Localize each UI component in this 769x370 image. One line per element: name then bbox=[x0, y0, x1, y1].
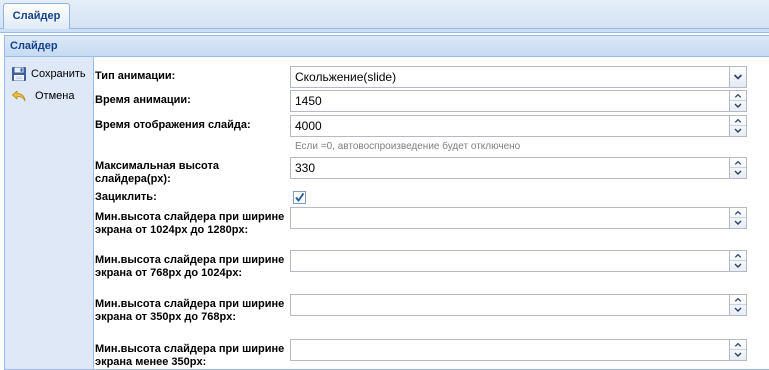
min-height-lt350-field[interactable] bbox=[290, 339, 747, 361]
min-height-768-label: Мин.высота слайдера при ширине экрана от… bbox=[95, 254, 285, 279]
undo-arrow-icon bbox=[12, 90, 26, 102]
spinner-down-icon[interactable] bbox=[730, 126, 746, 136]
animation-time-value: 1450 bbox=[295, 94, 322, 108]
min-height-lt350-label: Мин.высота слайдера при ширине экрана ме… bbox=[95, 343, 285, 368]
display-time-field[interactable]: 4000 bbox=[290, 115, 747, 137]
save-button-label: Сохранить bbox=[31, 68, 86, 80]
display-time-hint: Если =0, автовоспроизведение будет отклю… bbox=[295, 141, 521, 152]
spinner-down-icon[interactable] bbox=[730, 168, 746, 178]
spinner-down-icon[interactable] bbox=[730, 218, 746, 228]
loop-checkbox[interactable] bbox=[293, 191, 306, 204]
tab-strip-divider bbox=[0, 29, 769, 33]
chevron-down-icon bbox=[733, 74, 743, 80]
min-height-1024-label: Мин.высота слайдера при ширине экрана от… bbox=[95, 211, 285, 236]
side-toolbar: Сохранить Отмена bbox=[5, 57, 94, 369]
spinner-down-icon[interactable] bbox=[730, 350, 746, 360]
min-height-350-label: Мин.высота слайдера при ширине экрана от… bbox=[95, 298, 285, 323]
animation-time-spinner[interactable] bbox=[729, 91, 746, 111]
animation-time-field[interactable]: 1450 bbox=[290, 90, 747, 112]
min-height-350-field[interactable] bbox=[290, 294, 747, 316]
display-time-value: 4000 bbox=[295, 119, 322, 133]
display-time-spinner[interactable] bbox=[729, 116, 746, 136]
min-height-lt350-spinner[interactable] bbox=[729, 340, 746, 360]
loop-label: Зациклить: bbox=[95, 191, 157, 203]
spinner-up-icon[interactable] bbox=[730, 208, 746, 218]
spinner-down-icon[interactable] bbox=[730, 101, 746, 111]
display-time-label: Время отображения слайда: bbox=[95, 119, 251, 131]
max-height-label: Максимальная высота слайдера(px): bbox=[95, 160, 219, 185]
tab-slider[interactable]: Слайдер bbox=[3, 3, 70, 29]
spinner-up-icon[interactable] bbox=[730, 158, 746, 168]
spinner-down-icon[interactable] bbox=[730, 261, 746, 271]
max-height-value: 330 bbox=[295, 161, 316, 175]
cancel-button-label: Отмена bbox=[35, 90, 75, 102]
max-height-spinner[interactable] bbox=[729, 158, 746, 178]
min-height-768-field[interactable] bbox=[290, 250, 747, 272]
tab-strip: Слайдер bbox=[0, 0, 769, 29]
floppy-disk-icon bbox=[12, 67, 26, 81]
save-button[interactable]: Сохранить bbox=[11, 64, 91, 84]
min-height-1024-field[interactable] bbox=[290, 207, 747, 229]
checkmark-icon bbox=[295, 192, 305, 202]
animation-type-select[interactable]: Скольжение(slide) bbox=[290, 66, 747, 88]
cancel-button[interactable]: Отмена bbox=[11, 86, 91, 106]
animation-time-label: Время анимации: bbox=[95, 94, 191, 106]
spinner-down-icon[interactable] bbox=[730, 305, 746, 315]
spinner-up-icon[interactable] bbox=[730, 340, 746, 350]
spinner-up-icon[interactable] bbox=[730, 91, 746, 101]
animation-type-label: Тип анимации: bbox=[95, 70, 176, 82]
spinner-up-icon[interactable] bbox=[730, 251, 746, 261]
animation-type-value: Скольжение(slide) bbox=[295, 70, 397, 84]
min-height-768-spinner[interactable] bbox=[729, 251, 746, 271]
spinner-up-icon[interactable] bbox=[730, 295, 746, 305]
animation-type-trigger[interactable] bbox=[729, 67, 746, 87]
min-height-350-spinner[interactable] bbox=[729, 295, 746, 315]
panel-title: Слайдер bbox=[5, 36, 769, 57]
min-height-1024-spinner[interactable] bbox=[729, 208, 746, 228]
spinner-up-icon[interactable] bbox=[730, 116, 746, 126]
max-height-field[interactable]: 330 bbox=[290, 157, 747, 179]
